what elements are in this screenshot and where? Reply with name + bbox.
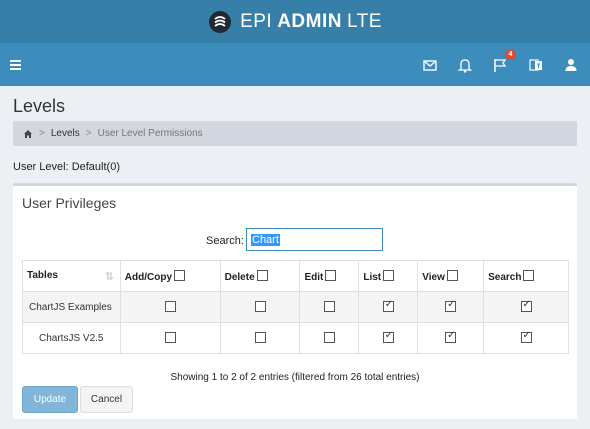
search-cell	[483, 291, 569, 323]
breadcrumb-separator: >	[39, 128, 45, 139]
select-all-delete-checkbox[interactable]	[256, 269, 268, 281]
list-permission-checkbox[interactable]	[382, 299, 394, 313]
delete-permission-checkbox[interactable]	[254, 332, 266, 344]
edit-permission-checkbox[interactable]	[323, 301, 335, 313]
user-privileges-box: User Privileges Search: Chart Tables ⇅ Ad…	[13, 183, 577, 419]
header-label: Delete	[224, 271, 255, 283]
navbar	[0, 43, 590, 86]
search-cell	[483, 322, 569, 354]
page-title: Levels	[13, 96, 66, 116]
add-permission-checkbox[interactable]	[164, 301, 176, 313]
brand-name: EPI ADMIN LTE	[240, 10, 382, 32]
logo-icon	[209, 10, 232, 33]
header-view: View	[417, 260, 485, 292]
breadcrumb-levels-link[interactable]: Levels	[51, 128, 80, 139]
search-input[interactable]: Chart	[246, 228, 383, 251]
header-add-copy: Add/Copy	[119, 260, 221, 292]
sort-icon[interactable]: ⇅	[105, 270, 114, 283]
table-row: ChartsJS V2.5	[22, 322, 569, 354]
breadcrumb-separator: >	[85, 128, 92, 139]
search-permission-checkbox[interactable]	[520, 330, 532, 344]
list-cell	[358, 322, 419, 354]
add-cell	[119, 322, 221, 354]
table-info: Showing 1 to 2 of 2 entries (filtered fr…	[170, 372, 420, 383]
table-header-row: Tables ⇅ Add/Copy Delete Edit List View S…	[22, 260, 569, 292]
header-edit: Edit	[299, 260, 360, 292]
edit-permission-checkbox[interactable]	[323, 332, 335, 344]
cancel-button[interactable]: Cancel	[80, 386, 133, 413]
add-cell	[119, 291, 221, 323]
header-label: Add/Copy	[124, 271, 173, 283]
table-row: ChartJS Examples	[22, 291, 569, 323]
user-icon[interactable]	[561, 55, 581, 75]
user-level-label: User Level: Default(0)	[13, 161, 120, 173]
privileges-table: Tables ⇅ Add/Copy Delete Edit List View S…	[22, 260, 569, 354]
edit-cell	[299, 291, 360, 323]
header-search: Search	[483, 260, 569, 292]
delete-permission-checkbox[interactable]	[254, 301, 266, 313]
bell-icon[interactable]	[455, 55, 475, 75]
search-permission-checkbox[interactable]	[520, 299, 532, 313]
search-input-value: Chart	[251, 233, 280, 246]
notification-badge: 4	[505, 49, 516, 60]
select-all-add-checkbox[interactable]	[174, 269, 186, 281]
envelope-icon[interactable]	[420, 55, 440, 75]
select-all-list-checkbox[interactable]	[383, 269, 395, 281]
header-label: List	[363, 271, 382, 283]
select-all-search-checkbox[interactable]	[523, 269, 535, 281]
home-icon[interactable]	[23, 129, 33, 139]
menu-toggle-icon[interactable]	[8, 56, 28, 74]
breadcrumb: > Levels > User Level Permissions	[13, 121, 577, 146]
header-label: View	[422, 271, 445, 283]
add-permission-checkbox[interactable]	[164, 332, 176, 344]
table-name-cell: ChartJS Examples	[22, 291, 121, 323]
delete-cell	[219, 322, 301, 354]
language-icon[interactable]	[526, 55, 546, 75]
table-name-cell: ChartsJS V2.5	[22, 322, 121, 354]
header-delete: Delete	[219, 260, 301, 292]
box-title: User Privileges	[22, 195, 117, 211]
search-label: Search:	[206, 235, 244, 247]
select-all-edit-checkbox[interactable]	[325, 269, 337, 281]
header-label: Search	[488, 271, 522, 283]
logo-bar[interactable]: EPI ADMIN LTE	[0, 0, 590, 43]
view-permission-checkbox[interactable]	[445, 299, 457, 313]
breadcrumb-current: User Level Permissions	[97, 128, 203, 139]
delete-cell	[219, 291, 301, 323]
view-cell	[417, 291, 485, 323]
header-label: Tables	[27, 269, 58, 281]
select-all-view-checkbox[interactable]	[446, 269, 458, 281]
header-label: Edit	[304, 271, 324, 283]
view-cell	[417, 322, 485, 354]
header-tables[interactable]: Tables ⇅	[22, 260, 121, 292]
update-button[interactable]: Update	[22, 386, 78, 413]
view-permission-checkbox[interactable]	[445, 330, 457, 344]
list-permission-checkbox[interactable]	[382, 330, 394, 344]
edit-cell	[299, 322, 360, 354]
header-list: List	[358, 260, 419, 292]
list-cell	[358, 291, 419, 323]
